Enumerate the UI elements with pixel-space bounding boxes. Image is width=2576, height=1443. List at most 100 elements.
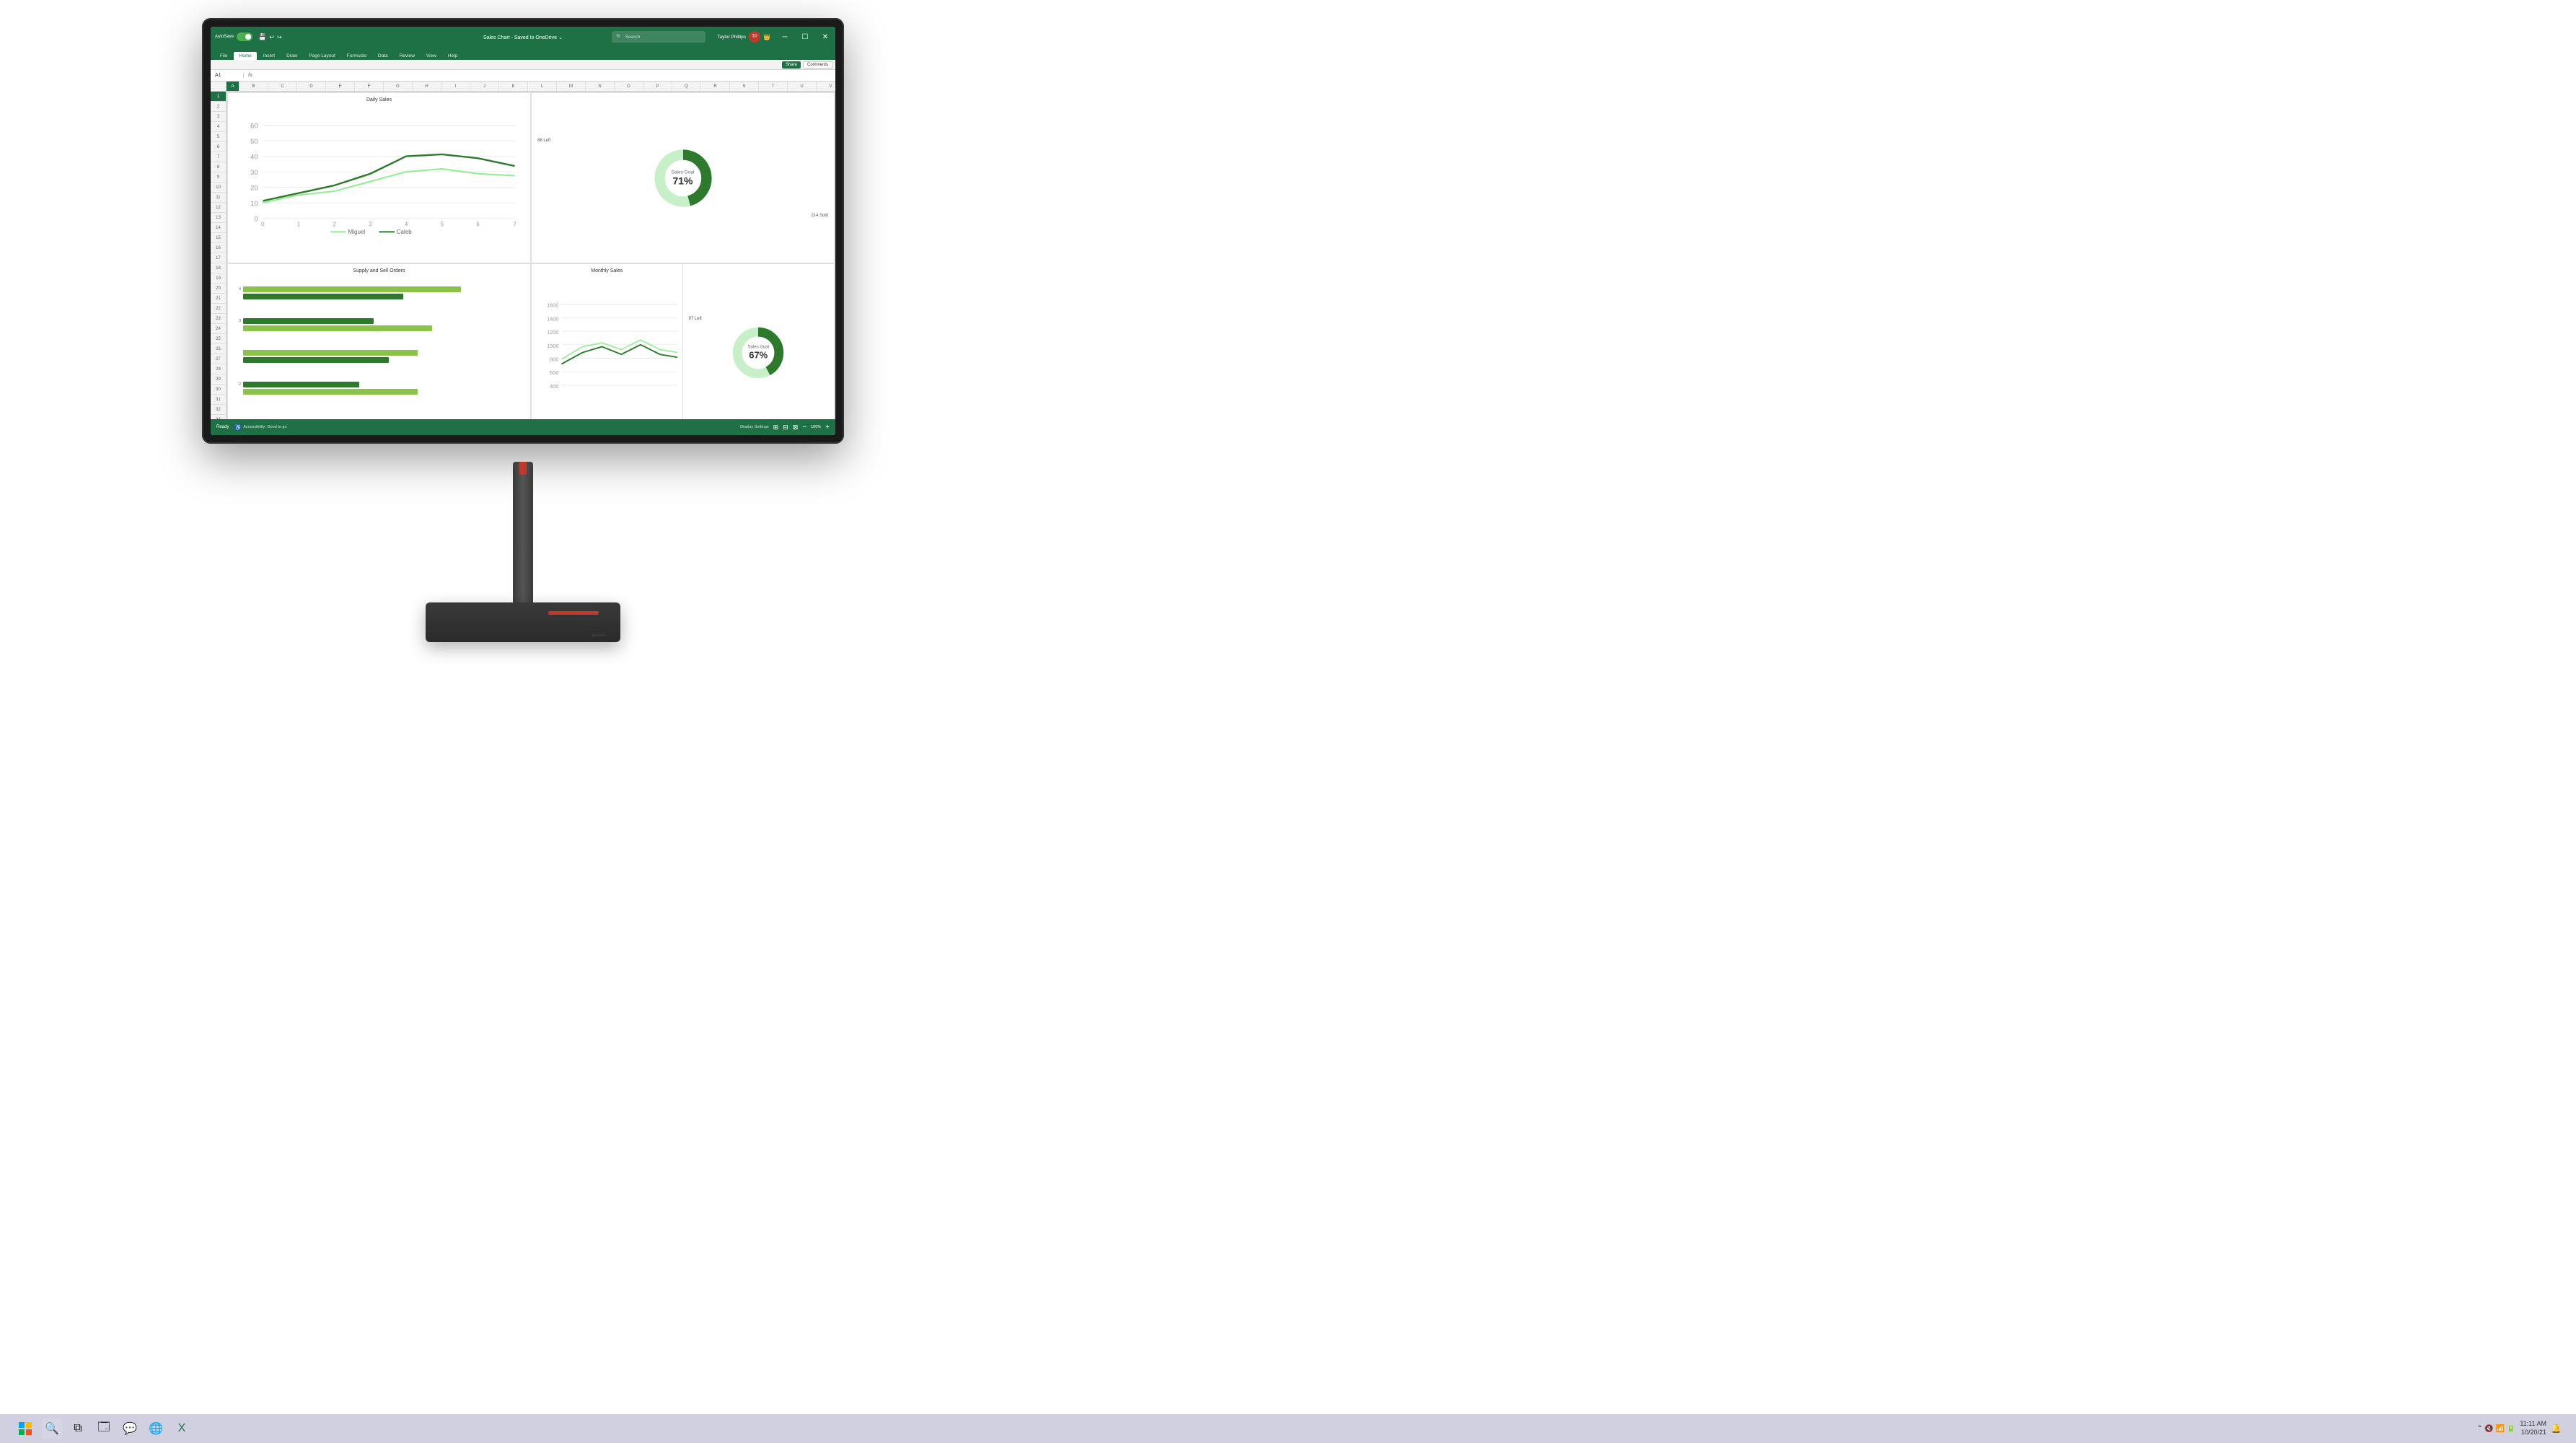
tab-review[interactable]: Review	[395, 52, 420, 60]
tab-pagelayout[interactable]: Page Layout	[304, 52, 340, 60]
share-button[interactable]: Share	[782, 61, 801, 69]
tab-draw[interactable]: Draw	[281, 52, 302, 60]
bar-row-4b	[234, 294, 524, 299]
taskbar-clock[interactable]: 11:11 AM 10/20/21	[2520, 1420, 2546, 1437]
tab-formulas[interactable]: Formulas	[342, 52, 372, 60]
col-g: G	[384, 82, 413, 91]
user-name: Taylor Phillips	[717, 35, 746, 40]
row-11: 11	[211, 193, 226, 203]
row-3: 3	[211, 112, 226, 122]
tab-insert[interactable]: Insert	[258, 52, 280, 60]
display-settings[interactable]: Display Settings	[740, 425, 768, 429]
close-button[interactable]: ✕	[815, 27, 835, 47]
autosave-area: AutoSave 💾 ↩ ↪	[211, 32, 286, 41]
save-icon[interactable]: 💾	[258, 33, 266, 41]
svg-text:1: 1	[297, 221, 301, 227]
undo-icon[interactable]: ↩	[269, 34, 274, 40]
page-break-icon[interactable]: ⊠	[793, 424, 799, 431]
col-d: D	[297, 82, 326, 91]
svg-text:800: 800	[550, 356, 558, 362]
col-c: C	[268, 82, 297, 91]
autosave-toggle[interactable]	[237, 32, 252, 41]
spreadsheet-body: 1 2 3 4 5 6 7 8 9 10 11 12 13	[211, 92, 835, 435]
bar-chart-area: 4	[234, 276, 524, 405]
tab-file[interactable]: File	[215, 52, 232, 60]
donut1-bottom-label: 214 Sold	[811, 214, 828, 218]
collaboration-buttons: Share Comments	[782, 61, 832, 69]
bar-fill-2b	[243, 389, 418, 395]
bar-label-3: 3	[234, 319, 241, 323]
svg-text:1200: 1200	[547, 329, 558, 335]
search-taskbar-button[interactable]: 🔍	[42, 1418, 62, 1439]
window-controls: ─ ☐ ✕	[775, 27, 835, 47]
row-15: 15	[211, 233, 226, 243]
bar-group-4: 4	[234, 286, 524, 299]
svg-text:4: 4	[405, 221, 408, 227]
tab-help[interactable]: Help	[443, 52, 462, 60]
bar-fill-4a	[243, 286, 461, 292]
corner-cell	[211, 82, 227, 91]
tab-home[interactable]: Home	[234, 52, 256, 60]
row-20: 20	[211, 284, 226, 294]
zoom-plus-icon[interactable]: +	[825, 424, 830, 431]
col-v: V	[817, 82, 835, 91]
search-bar[interactable]: 🔍 Search	[612, 31, 705, 43]
windows-logo-icon	[18, 1421, 32, 1436]
row-21: 21	[211, 294, 226, 304]
neck-accent	[519, 462, 527, 475]
monitor-bezel: AutoSave 💾 ↩ ↪ Sales Chart - Saved to On…	[202, 18, 844, 444]
monitor: AutoSave 💾 ↩ ↪ Sales Chart - Saved to On…	[202, 18, 844, 718]
notification-button[interactable]: 🔔	[2551, 1424, 2562, 1434]
row-25: 25	[211, 334, 226, 344]
svg-text:1400: 1400	[547, 315, 558, 322]
taskbar: 🔍 ⧉ 🗔 💬 🌐 X ⌃ 🔇 📶 🔋 11:11 AM 10/20/21 🔔	[0, 1414, 2576, 1443]
cell-reference[interactable]: A1	[215, 73, 244, 78]
bar-row-2b	[234, 389, 524, 395]
redo-icon[interactable]: ↪	[277, 34, 282, 40]
svg-text:5: 5	[441, 221, 444, 227]
svg-text:30: 30	[250, 168, 258, 176]
col-u: U	[788, 82, 817, 91]
svg-text:20: 20	[250, 184, 258, 192]
zoom-minus-icon[interactable]: −	[802, 424, 806, 431]
edge-button[interactable]: 🌐	[146, 1418, 166, 1439]
svg-text:600: 600	[550, 369, 558, 376]
excel-taskbar-icon[interactable]: X	[172, 1418, 192, 1439]
svg-text:60: 60	[250, 122, 258, 130]
minimize-button[interactable]: ─	[775, 27, 795, 47]
accessibility-icon: ♿	[234, 424, 242, 431]
col-p: P	[643, 82, 672, 91]
donut-chart-2: 97 Left Sales Goal 67%	[683, 264, 835, 434]
widgets-button[interactable]: 🗔	[94, 1418, 114, 1439]
row-29: 29	[211, 374, 226, 385]
row-9: 9	[211, 172, 226, 183]
monthly-sales-svg: 1600 1400 1200 1000 800 600 400	[535, 276, 680, 413]
chat-button[interactable]: 💬	[120, 1418, 140, 1439]
normal-view-icon[interactable]: ⊞	[773, 424, 779, 431]
svg-text:7: 7	[513, 221, 516, 227]
restore-button[interactable]: ☐	[795, 27, 815, 47]
taskbar-right: ⌃ 🔇 📶 🔋 11:11 AM 10/20/21 🔔	[2476, 1420, 2562, 1437]
row-18: 18	[211, 263, 226, 273]
scene: AutoSave 💾 ↩ ↪ Sales Chart - Saved to On…	[0, 0, 2576, 1443]
bar-fill-3a	[243, 318, 374, 324]
avatar[interactable]: TP	[749, 31, 760, 43]
comments-button[interactable]: Comments	[803, 61, 832, 69]
formula-bar: A1 fx	[211, 70, 835, 82]
tab-data[interactable]: Data	[373, 52, 393, 60]
tab-view[interactable]: View	[421, 52, 441, 60]
spreadsheet-area: A B C D E F G H I J K L M N O	[211, 82, 835, 435]
accessibility-status: ♿ Accessibility: Good to go	[234, 424, 286, 431]
row-27: 27	[211, 354, 226, 364]
task-view-button[interactable]: ⧉	[68, 1418, 88, 1439]
bar-fill-3b	[243, 325, 432, 331]
bar-row-3b	[234, 325, 524, 331]
column-headers: A B C D E F G H I J K L M N O	[211, 82, 835, 92]
start-button[interactable]	[14, 1418, 36, 1439]
dropdown-icon[interactable]: ⌄	[558, 35, 563, 40]
col-j: J	[470, 82, 499, 91]
base-accent	[548, 611, 599, 615]
page-layout-icon[interactable]: ⊟	[783, 424, 788, 431]
monthly-sales-chart: Monthly Sales	[532, 264, 683, 434]
search-placeholder: Search	[625, 35, 641, 40]
